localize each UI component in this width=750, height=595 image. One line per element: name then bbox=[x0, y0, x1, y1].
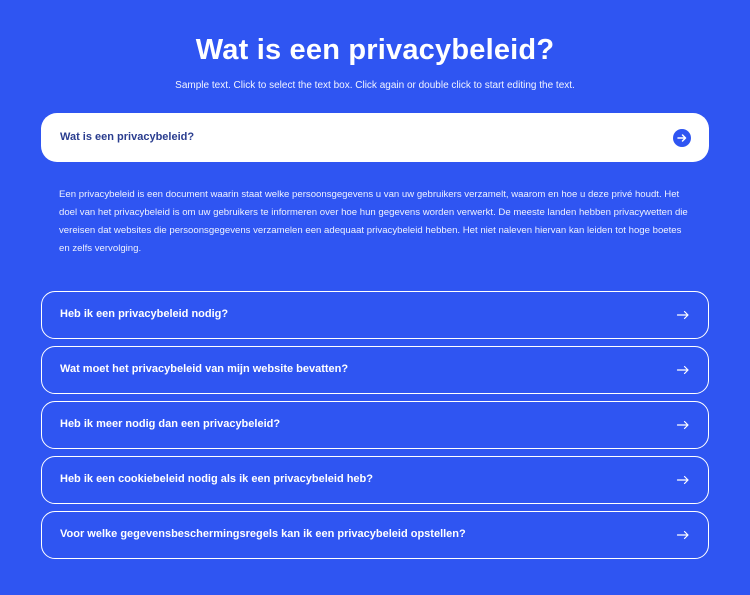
faq-answer-text: Een privacybeleid is een document waarin… bbox=[59, 189, 688, 254]
arrow-right-icon bbox=[676, 473, 690, 487]
faq-question-label: Heb ik een cookiebeleid nodig als ik een… bbox=[60, 473, 373, 485]
faq-page: Wat is een privacybeleid? Sample text. C… bbox=[0, 0, 750, 595]
faq-item-open[interactable]: Wat is een privacybeleid? bbox=[41, 113, 709, 162]
faq-item[interactable]: Heb ik meer nodig dan een privacybeleid? bbox=[41, 401, 709, 449]
faq-item[interactable]: Voor welke gegevensbeschermingsregels ka… bbox=[41, 511, 709, 559]
faq-question-label: Wat moet het privacybeleid van mijn webs… bbox=[60, 363, 349, 375]
page-subtitle: Sample text. Click to select the text bo… bbox=[175, 80, 575, 91]
page-title: Wat is een privacybeleid? bbox=[195, 34, 555, 66]
arrow-right-icon bbox=[676, 363, 690, 377]
faq-item[interactable]: Heb ik een privacybeleid nodig? bbox=[41, 291, 709, 339]
arrow-right-icon bbox=[676, 528, 690, 542]
faq-item[interactable]: Heb ik een cookiebeleid nodig als ik een… bbox=[41, 456, 709, 504]
faq-question-label: Voor welke gegevensbeschermingsregels ka… bbox=[60, 528, 466, 540]
faq-question-label: Heb ik een privacybeleid nodig? bbox=[60, 308, 229, 320]
faq-question-label: Heb ik meer nodig dan een privacybeleid? bbox=[60, 418, 281, 430]
arrow-right-icon bbox=[676, 308, 690, 322]
arrow-right-icon bbox=[676, 418, 690, 432]
faq-question-label: Wat is een privacybeleid? bbox=[60, 131, 195, 143]
faq-item[interactable]: Wat moet het privacybeleid van mijn webs… bbox=[41, 346, 709, 394]
arrow-right-circle-icon bbox=[673, 129, 691, 147]
